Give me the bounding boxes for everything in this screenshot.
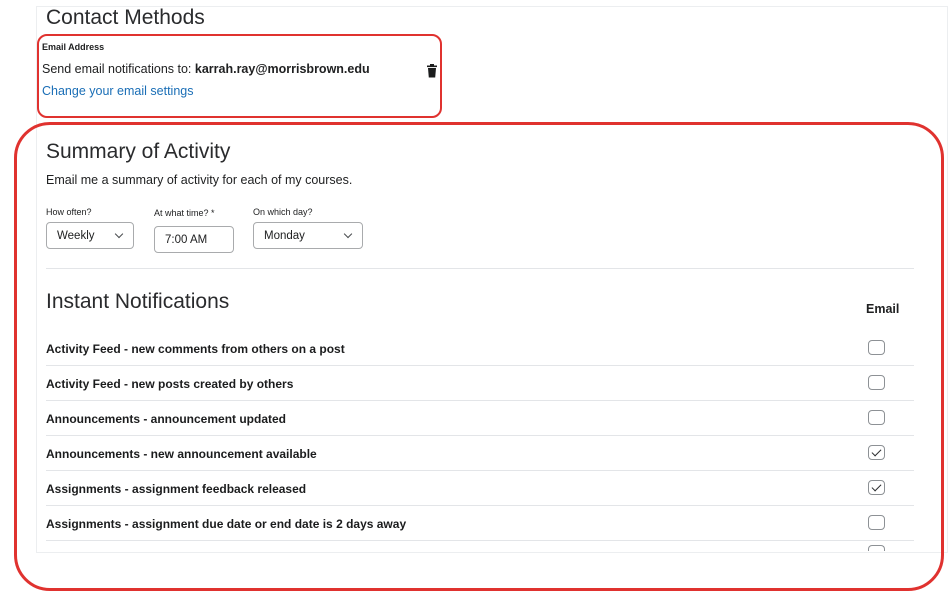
send-prefix: Send email notifications to: bbox=[42, 62, 192, 76]
day-label: On which day? bbox=[253, 207, 313, 217]
how-often-value: Weekly bbox=[57, 229, 95, 242]
day-value: Monday bbox=[264, 229, 305, 242]
email-checkbox[interactable] bbox=[868, 375, 885, 390]
notification-row: Activity Feed - new comments from others… bbox=[46, 331, 914, 366]
email-address-label: Email Address bbox=[42, 42, 105, 52]
notification-row: Activity Feed - new posts created by oth… bbox=[46, 366, 914, 401]
notification-label: Assignments - assignment due date or end… bbox=[46, 517, 407, 531]
email-notification-text: Send email notifications to: karrah.ray@… bbox=[42, 62, 370, 76]
email-checkbox[interactable] bbox=[868, 445, 885, 460]
chevron-down-icon bbox=[343, 229, 353, 239]
chevron-down-icon bbox=[114, 229, 124, 239]
instant-notifications-title: Instant Notifications bbox=[46, 290, 230, 313]
time-input[interactable]: 7:00 AM bbox=[154, 226, 234, 253]
notification-row: Assignments - assignment due date or end… bbox=[46, 506, 914, 541]
email-column-header: Email bbox=[866, 302, 900, 316]
checkbox-partial[interactable] bbox=[868, 545, 885, 551]
email-checkbox[interactable] bbox=[868, 410, 885, 425]
notification-row: Assignments - assignment feedback releas… bbox=[46, 471, 914, 506]
notification-row: Announcements - announcement updated bbox=[46, 401, 914, 436]
notification-label: Announcements - new announcement availab… bbox=[46, 447, 317, 461]
email-checkbox[interactable] bbox=[868, 340, 885, 355]
check-icon bbox=[871, 446, 882, 457]
section-divider bbox=[46, 268, 914, 269]
trash-icon[interactable] bbox=[426, 64, 438, 78]
how-often-label: How often? bbox=[46, 207, 92, 217]
time-value: 7:00 AM bbox=[165, 233, 208, 246]
notification-label: Assignments - assignment feedback releas… bbox=[46, 482, 307, 496]
summary-description: Email me a summary of activity for each … bbox=[46, 173, 353, 187]
day-select[interactable]: Monday bbox=[253, 222, 363, 249]
notification-row: Announcements - new announcement availab… bbox=[46, 436, 914, 471]
how-often-select[interactable]: Weekly bbox=[46, 222, 134, 249]
contact-methods-title: Contact Methods bbox=[46, 6, 205, 29]
notification-label: Activity Feed - new comments from others… bbox=[46, 342, 345, 356]
notification-label: Announcements - announcement updated bbox=[46, 412, 287, 426]
change-email-settings-link[interactable]: Change your email settings bbox=[42, 84, 193, 98]
summary-title: Summary of Activity bbox=[46, 140, 231, 163]
check-icon bbox=[871, 481, 882, 492]
time-label: At what time? * bbox=[154, 208, 215, 218]
email-checkbox[interactable] bbox=[868, 480, 885, 495]
email-checkbox[interactable] bbox=[868, 515, 885, 530]
notification-label: Activity Feed - new posts created by oth… bbox=[46, 377, 294, 391]
email-address-value: karrah.ray@morrisbrown.edu bbox=[194, 62, 370, 76]
